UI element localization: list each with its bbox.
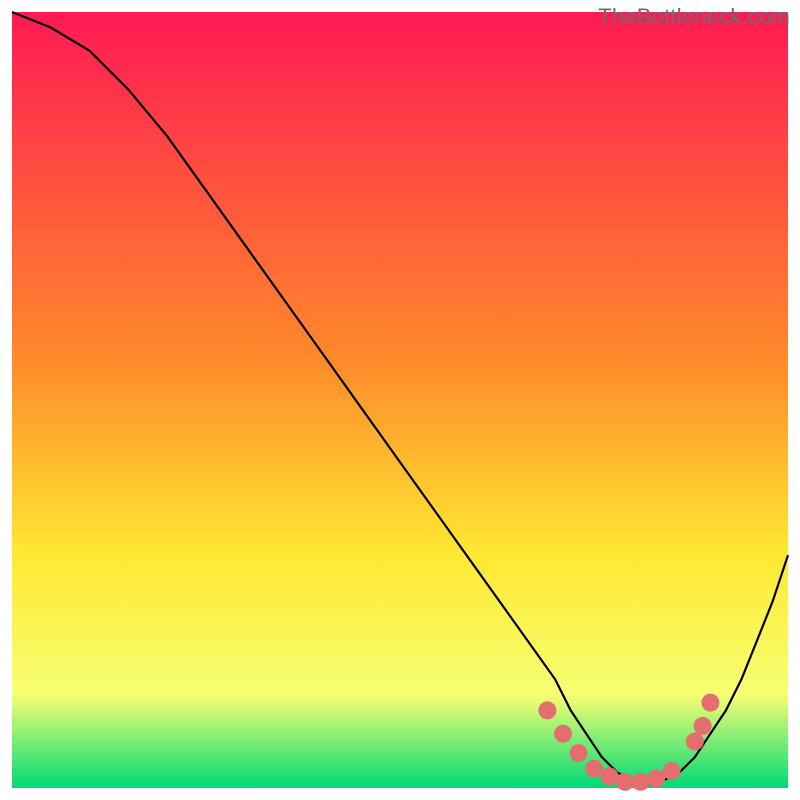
chart-container: { "watermark": "TheBottleneck.com", "col… xyxy=(0,0,800,800)
valley-dot xyxy=(663,762,681,780)
valley-dot xyxy=(632,773,650,791)
valley-dot xyxy=(686,732,704,750)
bottleneck-chart xyxy=(0,0,800,800)
valley-dot xyxy=(601,767,619,785)
valley-dot xyxy=(554,725,572,743)
valley-dot xyxy=(701,694,719,712)
gradient-background xyxy=(12,12,788,788)
valley-dot xyxy=(694,717,712,735)
valley-dot xyxy=(570,744,588,762)
valley-dot xyxy=(616,773,634,791)
valley-dot xyxy=(647,770,665,788)
valley-dot xyxy=(585,760,603,778)
valley-dot xyxy=(538,701,556,719)
